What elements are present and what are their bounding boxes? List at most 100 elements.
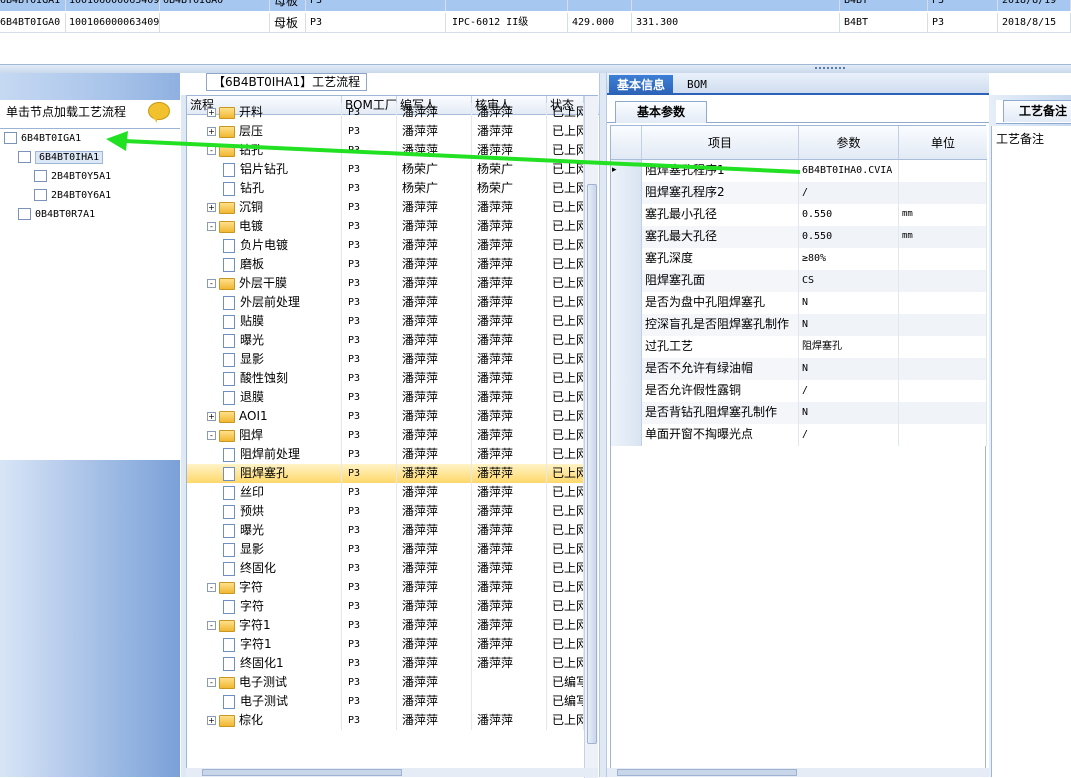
- flow-reviewer-cell[interactable]: 潘萍萍: [472, 464, 547, 483]
- flow-status-cell[interactable]: 已上网: [547, 388, 584, 407]
- row-header[interactable]: [611, 336, 642, 358]
- row-header[interactable]: [611, 270, 642, 292]
- grid-cell[interactable]: 100106000063409: [66, 0, 160, 11]
- param-param-cell[interactable]: 0.550: [799, 226, 899, 248]
- flow-row[interactable]: 预烘P3潘萍萍潘萍萍已上网: [187, 502, 584, 521]
- param-unit-cell[interactable]: [899, 402, 987, 424]
- flow-reviewer-cell[interactable]: 潘萍萍: [472, 635, 547, 654]
- flow-row[interactable]: 磨板P3潘萍萍潘萍萍已上网: [187, 255, 584, 274]
- flow-bom-cell[interactable]: P3: [342, 578, 397, 597]
- flow-status-cell[interactable]: 已上网: [547, 521, 584, 540]
- row-header[interactable]: [611, 424, 642, 446]
- flow-row[interactable]: 终固化P3潘萍萍潘萍萍已上网: [187, 559, 584, 578]
- flow-writer-cell[interactable]: 潘萍萍: [397, 350, 472, 369]
- flow-status-cell[interactable]: 已上网: [547, 122, 584, 141]
- row-header[interactable]: [611, 402, 642, 424]
- flow-status-cell[interactable]: 已上网: [547, 103, 584, 122]
- flow-row[interactable]: 字符P3潘萍萍潘萍萍已上网: [187, 597, 584, 616]
- flow-reviewer-cell[interactable]: 潘萍萍: [472, 198, 547, 217]
- flow-step-cell[interactable]: 字符1: [187, 635, 342, 654]
- flow-bom-cell[interactable]: P3: [342, 654, 397, 673]
- grid-cell[interactable]: 100106000063409: [66, 13, 160, 33]
- param-unit-cell[interactable]: [899, 270, 987, 292]
- flow-bom-cell[interactable]: P3: [342, 502, 397, 521]
- parameter-row[interactable]: 塞孔最小孔径 0.550 mm: [611, 204, 987, 226]
- flow-step-cell[interactable]: + AOI1: [187, 407, 342, 426]
- grid-cell[interactable]: B4BT: [840, 0, 928, 11]
- flow-bom-cell[interactable]: P3: [342, 388, 397, 407]
- horizontal-splitter[interactable]: [0, 64, 1071, 73]
- comment-bubble-icon[interactable]: [148, 102, 170, 123]
- flow-row[interactable]: 曝光P3潘萍萍潘萍萍已上网: [187, 521, 584, 540]
- flow-step-cell[interactable]: - 电子测试: [187, 673, 342, 692]
- flow-reviewer-cell[interactable]: [472, 673, 547, 692]
- flow-status-cell[interactable]: 已上网: [547, 559, 584, 578]
- flow-writer-cell[interactable]: 潘萍萍: [397, 426, 472, 445]
- param-param-cell[interactable]: 0.550: [799, 204, 899, 226]
- collapse-icon[interactable]: -: [207, 279, 216, 288]
- parameter-row[interactable]: 阻焊塞孔程序2/: [611, 182, 987, 204]
- flow-step-cell[interactable]: 外层前处理: [187, 293, 342, 312]
- flow-reviewer-cell[interactable]: 潘萍萍: [472, 236, 547, 255]
- param-unit-cell[interactable]: [899, 314, 987, 336]
- flow-status-cell[interactable]: 已上网: [547, 236, 584, 255]
- flow-writer-cell[interactable]: 潘萍萍: [397, 293, 472, 312]
- parameter-row[interactable]: 单面开窗不掏曝光点 /: [611, 424, 987, 446]
- current-row-indicator-icon[interactable]: ▸: [611, 160, 642, 182]
- flow-writer-cell[interactable]: 潘萍萍: [397, 597, 472, 616]
- flow-status-cell[interactable]: 已上网: [547, 464, 584, 483]
- flow-status-cell[interactable]: 已上网: [547, 597, 584, 616]
- flow-bom-cell[interactable]: P3: [342, 559, 397, 578]
- parameter-row[interactable]: 是否背钻孔阻焊塞孔制作 N: [611, 402, 987, 424]
- flow-reviewer-cell[interactable]: 潘萍萍: [472, 103, 547, 122]
- flow-row[interactable]: 丝印P3潘萍萍潘萍萍已上网: [187, 483, 584, 502]
- flow-reviewer-cell[interactable]: 潘萍萍: [472, 312, 547, 331]
- flow-step-cell[interactable]: 显影: [187, 350, 342, 369]
- flow-reviewer-cell[interactable]: 潘萍萍: [472, 654, 547, 673]
- parameter-row[interactable]: ▸ 阻焊塞孔程序1 6B4BT0IHA0.CVIA: [611, 160, 987, 182]
- tab-basic-params[interactable]: 基本参数: [615, 101, 707, 123]
- grid-cell[interactable]: [568, 0, 632, 11]
- flow-row[interactable]: +棕化P3潘萍萍潘萍萍已上网: [187, 711, 584, 730]
- flow-step-cell[interactable]: 阻焊前处理: [187, 445, 342, 464]
- flow-bom-cell[interactable]: P3: [342, 198, 397, 217]
- flow-step-cell[interactable]: + 沉铜: [187, 198, 342, 217]
- flow-bom-cell[interactable]: P3: [342, 236, 397, 255]
- flow-writer-cell[interactable]: 潘萍萍: [397, 312, 472, 331]
- param-item-cell[interactable]: 塞孔最大孔径: [642, 226, 799, 248]
- flow-row[interactable]: +AOI1P3潘萍萍潘萍萍已上网: [187, 407, 584, 426]
- param-item-cell[interactable]: 阻焊塞孔程序2: [642, 182, 799, 204]
- flow-step-cell[interactable]: 字符: [187, 597, 342, 616]
- grid-cell[interactable]: 母板: [270, 0, 306, 11]
- flow-writer-cell[interactable]: 潘萍萍: [397, 635, 472, 654]
- flow-bom-cell[interactable]: P3: [342, 692, 397, 711]
- flow-writer-cell[interactable]: 潘萍萍: [397, 255, 472, 274]
- flow-status-cell[interactable]: 已上网: [547, 426, 584, 445]
- top-grid-row[interactable]: 6B4BT0IGA0 100106000063409 母板 P3 IPC-601…: [0, 13, 1071, 33]
- flow-writer-cell[interactable]: 潘萍萍: [397, 369, 472, 388]
- param-unit-cell[interactable]: [899, 292, 987, 314]
- flow-reviewer-cell[interactable]: 潘萍萍: [472, 141, 547, 160]
- param-item-cell[interactable]: 阻焊塞孔面: [642, 270, 799, 292]
- param-param-cell[interactable]: N: [799, 402, 899, 424]
- grid-cell[interactable]: B4BT: [840, 13, 928, 33]
- param-param-cell[interactable]: ≥80%: [799, 248, 899, 270]
- flow-status-cell[interactable]: 已上网: [547, 141, 584, 160]
- grid-cell[interactable]: 6B4BT0IGA0: [160, 0, 270, 11]
- flow-status-cell[interactable]: 已上网: [547, 274, 584, 293]
- grid-cell[interactable]: 2018/8/15: [998, 13, 1071, 33]
- flow-status-cell[interactable]: 已上网: [547, 369, 584, 388]
- flow-bom-cell[interactable]: P3: [342, 616, 397, 635]
- flow-row[interactable]: -字符P3潘萍萍潘萍萍已上网: [187, 578, 584, 597]
- param-param-cell[interactable]: /: [799, 380, 899, 402]
- grid-cell[interactable]: 母板: [270, 13, 306, 33]
- flow-row[interactable]: +沉铜P3潘萍萍潘萍萍已上网: [187, 198, 584, 217]
- flow-step-cell[interactable]: 终固化: [187, 559, 342, 578]
- flow-reviewer-cell[interactable]: 潘萍萍: [472, 559, 547, 578]
- parameter-row[interactable]: 阻焊塞孔面 CS: [611, 270, 987, 292]
- collapse-icon[interactable]: -: [207, 621, 216, 630]
- row-header[interactable]: [611, 314, 642, 336]
- flow-bom-cell[interactable]: P3: [342, 350, 397, 369]
- flow-writer-cell[interactable]: 潘萍萍: [397, 198, 472, 217]
- param-param-cell[interactable]: /: [799, 424, 899, 446]
